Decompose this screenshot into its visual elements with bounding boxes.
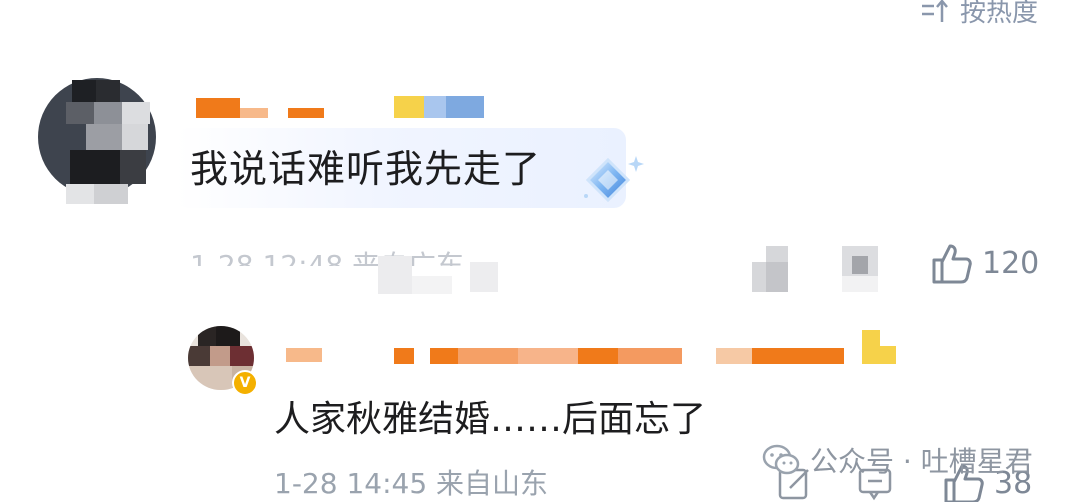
sort-icon xyxy=(921,0,948,22)
like-button[interactable]: 120 xyxy=(928,240,1039,286)
comment-text: 我说话难听我先走了 xyxy=(190,147,542,191)
watermark-text: 公众号 · 吐槽星君 xyxy=(810,445,1033,478)
verified-badge-icon: V xyxy=(232,370,258,396)
comment-meta: 1-28 12:48 来自广东 xyxy=(190,249,465,266)
sort-label: 按热度 xyxy=(959,0,1038,28)
watermark: 公众号 · 吐槽星君 xyxy=(762,440,1033,480)
reply-meta: 1-28 14:45 来自山东 xyxy=(274,467,549,500)
like-count: 120 xyxy=(982,245,1040,281)
thumbs-up-icon xyxy=(932,244,972,284)
avatar-mosaic xyxy=(66,80,158,204)
sort-button[interactable]: 按热度 xyxy=(920,0,1038,29)
reply-text: 人家秋雅结婚……后面忘了 xyxy=(274,399,707,440)
comment-section: 按热度 我说话难听我先走了 1-28 12:48 来自广东 120 V 人家秋雅… xyxy=(0,0,1080,502)
diamond-badge-icon xyxy=(584,156,644,203)
wechat-icon xyxy=(762,444,800,475)
